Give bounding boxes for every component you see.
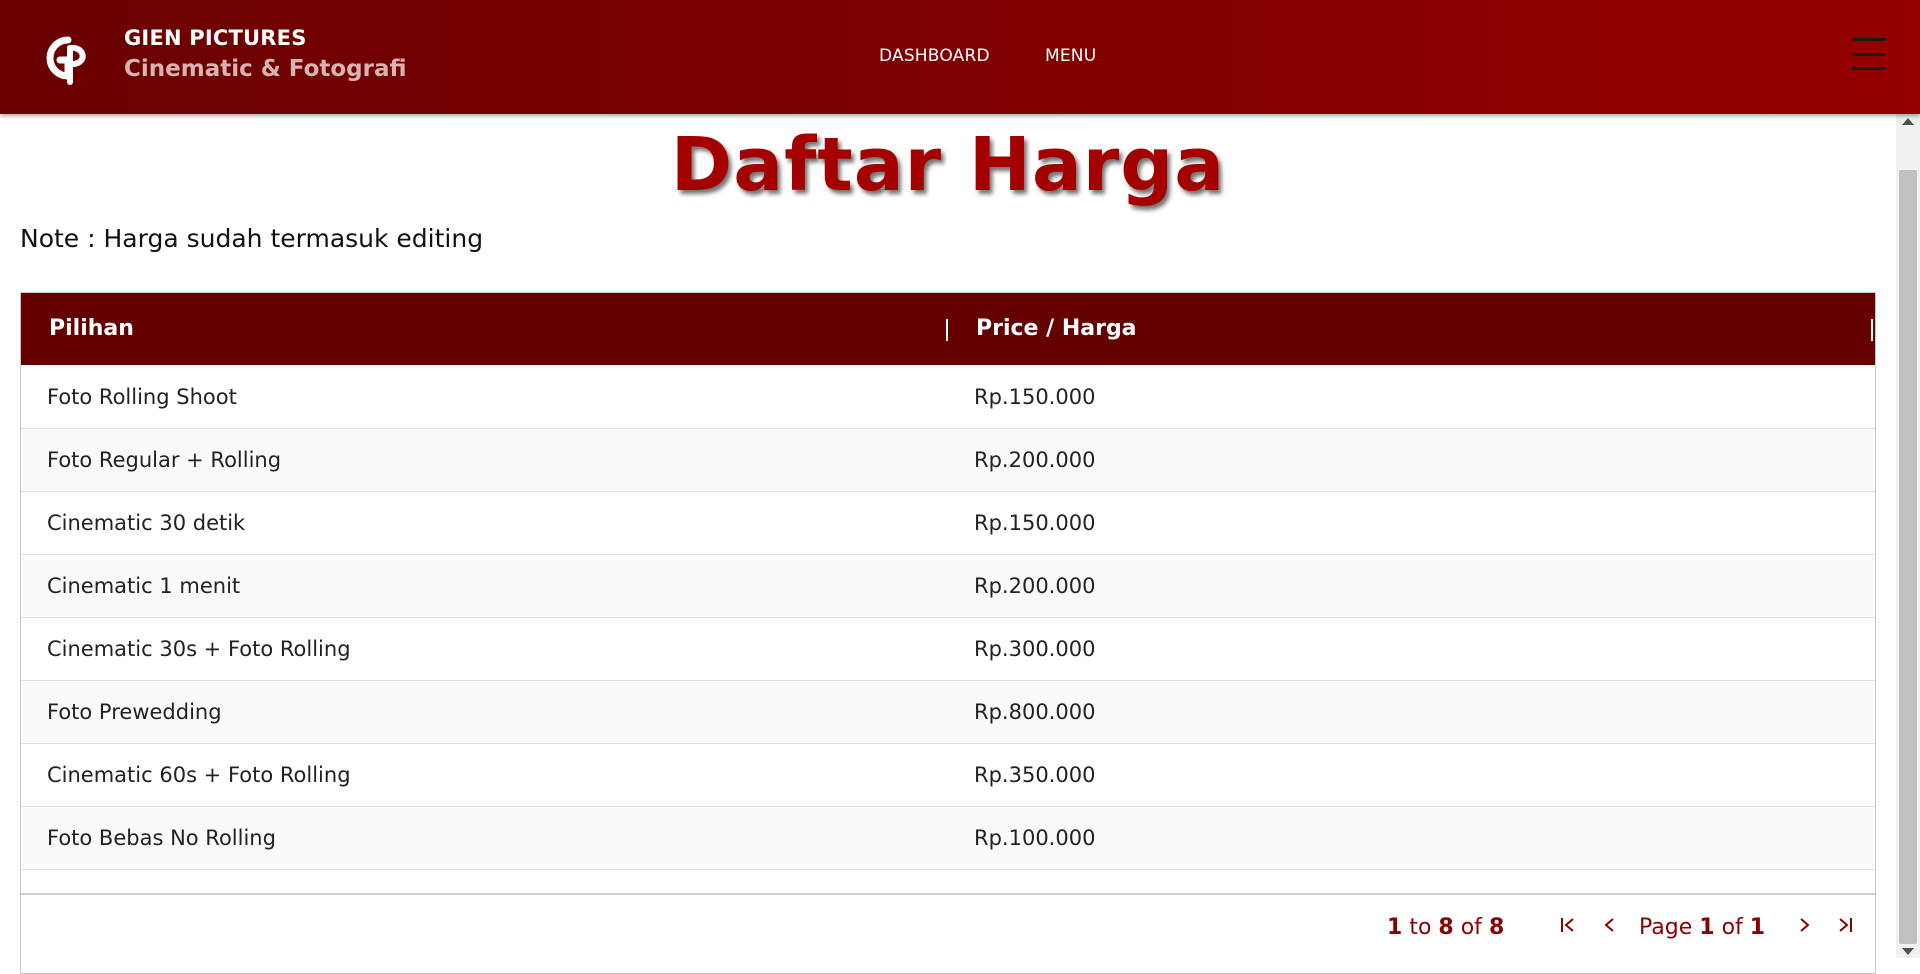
cell-harga: Rp.200.000 [974,574,1096,598]
gp-logo-icon[interactable] [40,32,94,86]
price-table: Pilihan Price / Harga Foto Rolling Shoot… [20,292,1876,974]
cell-pilihan: Cinematic 60s + Foto Rolling [47,763,351,787]
nav-menu-link[interactable]: MENU [1045,46,1096,66]
scrollbar-thumb[interactable] [1899,170,1917,944]
range-to: 8 [1438,915,1454,940]
table-header: Pilihan Price / Harga [21,293,1875,365]
page-word: Page [1639,915,1693,940]
cell-harga: Rp.200.000 [974,448,1096,472]
last-page-icon[interactable] [1836,915,1854,940]
range-to-word: to [1409,915,1432,940]
brand-title: GIEN PICTURES [124,26,307,50]
hamburger-menu-icon[interactable] [1852,38,1886,70]
price-note: Note : Harga sudah termasuk editing [20,224,484,253]
range-of-word: of [1460,915,1482,940]
cell-pilihan: Foto Regular + Rolling [47,448,282,472]
next-page-icon[interactable] [1795,915,1813,940]
table-row[interactable]: Cinematic 1 menit Rp.200.000 [21,555,1875,618]
scroll-up-arrow-icon[interactable] [1902,118,1914,125]
page-of-word: of [1721,915,1743,940]
table-row[interactable]: Cinematic 30s + Foto Rolling Rp.300.000 [21,618,1875,681]
table-row[interactable]: Foto Bebas No Rolling Rp.100.000 [21,807,1875,870]
cell-harga: Rp.300.000 [974,637,1096,661]
previous-page-icon[interactable] [1601,915,1619,940]
top-navbar: GIEN PICTURES Cinematic & Fotografi DASH… [0,0,1920,114]
range-total: 8 [1488,915,1505,940]
scroll-down-arrow-icon[interactable] [1902,948,1914,955]
brand-subtitle: Cinematic & Fotografi [124,56,407,82]
cell-pilihan: Foto Bebas No Rolling [47,826,276,850]
cell-harga: Rp.800.000 [974,700,1096,724]
cell-harga: Rp.350.000 [974,763,1096,787]
column-header-pilihan[interactable]: Pilihan [49,293,134,365]
cell-pilihan: Foto Prewedding [47,700,222,724]
nav-dashboard-link[interactable]: DASHBOARD [879,46,990,66]
pagination-bar: 1 to 8 of 8 Page 1 of 1 [21,893,1875,973]
cell-pilihan: Cinematic 30s + Foto Rolling [47,637,351,661]
cell-harga: Rp.150.000 [974,385,1096,409]
cell-harga: Rp.100.000 [974,826,1096,850]
column-resize-handle[interactable] [1871,319,1873,341]
page-scrollbar[interactable] [1896,114,1920,958]
column-header-price[interactable]: Price / Harga [976,293,1137,365]
page-indicator: Page 1 of 1 [1639,915,1765,940]
cell-pilihan: Cinematic 30 detik [47,511,246,535]
range-from: 1 [1387,915,1403,940]
cell-pilihan: Foto Rolling Shoot [47,385,237,409]
total-pages: 1 [1749,915,1766,940]
column-resize-handle[interactable] [946,319,948,341]
table-row[interactable]: Foto Prewedding Rp.800.000 [21,681,1875,744]
page-title: Daftar Harga [670,122,1226,208]
current-page: 1 [1699,915,1715,940]
row-count-summary: 1 to 8 of 8 [1387,915,1504,940]
first-page-icon[interactable] [1559,915,1577,940]
table-row[interactable]: Cinematic 30 detik Rp.150.000 [21,492,1875,555]
table-row[interactable]: Foto Rolling Shoot Rp.150.000 [21,366,1875,429]
cell-harga: Rp.150.000 [974,511,1096,535]
table-row[interactable]: Foto Regular + Rolling Rp.200.000 [21,429,1875,492]
table-row[interactable]: Cinematic 60s + Foto Rolling Rp.350.000 [21,744,1875,807]
cell-pilihan: Cinematic 1 menit [47,574,241,598]
